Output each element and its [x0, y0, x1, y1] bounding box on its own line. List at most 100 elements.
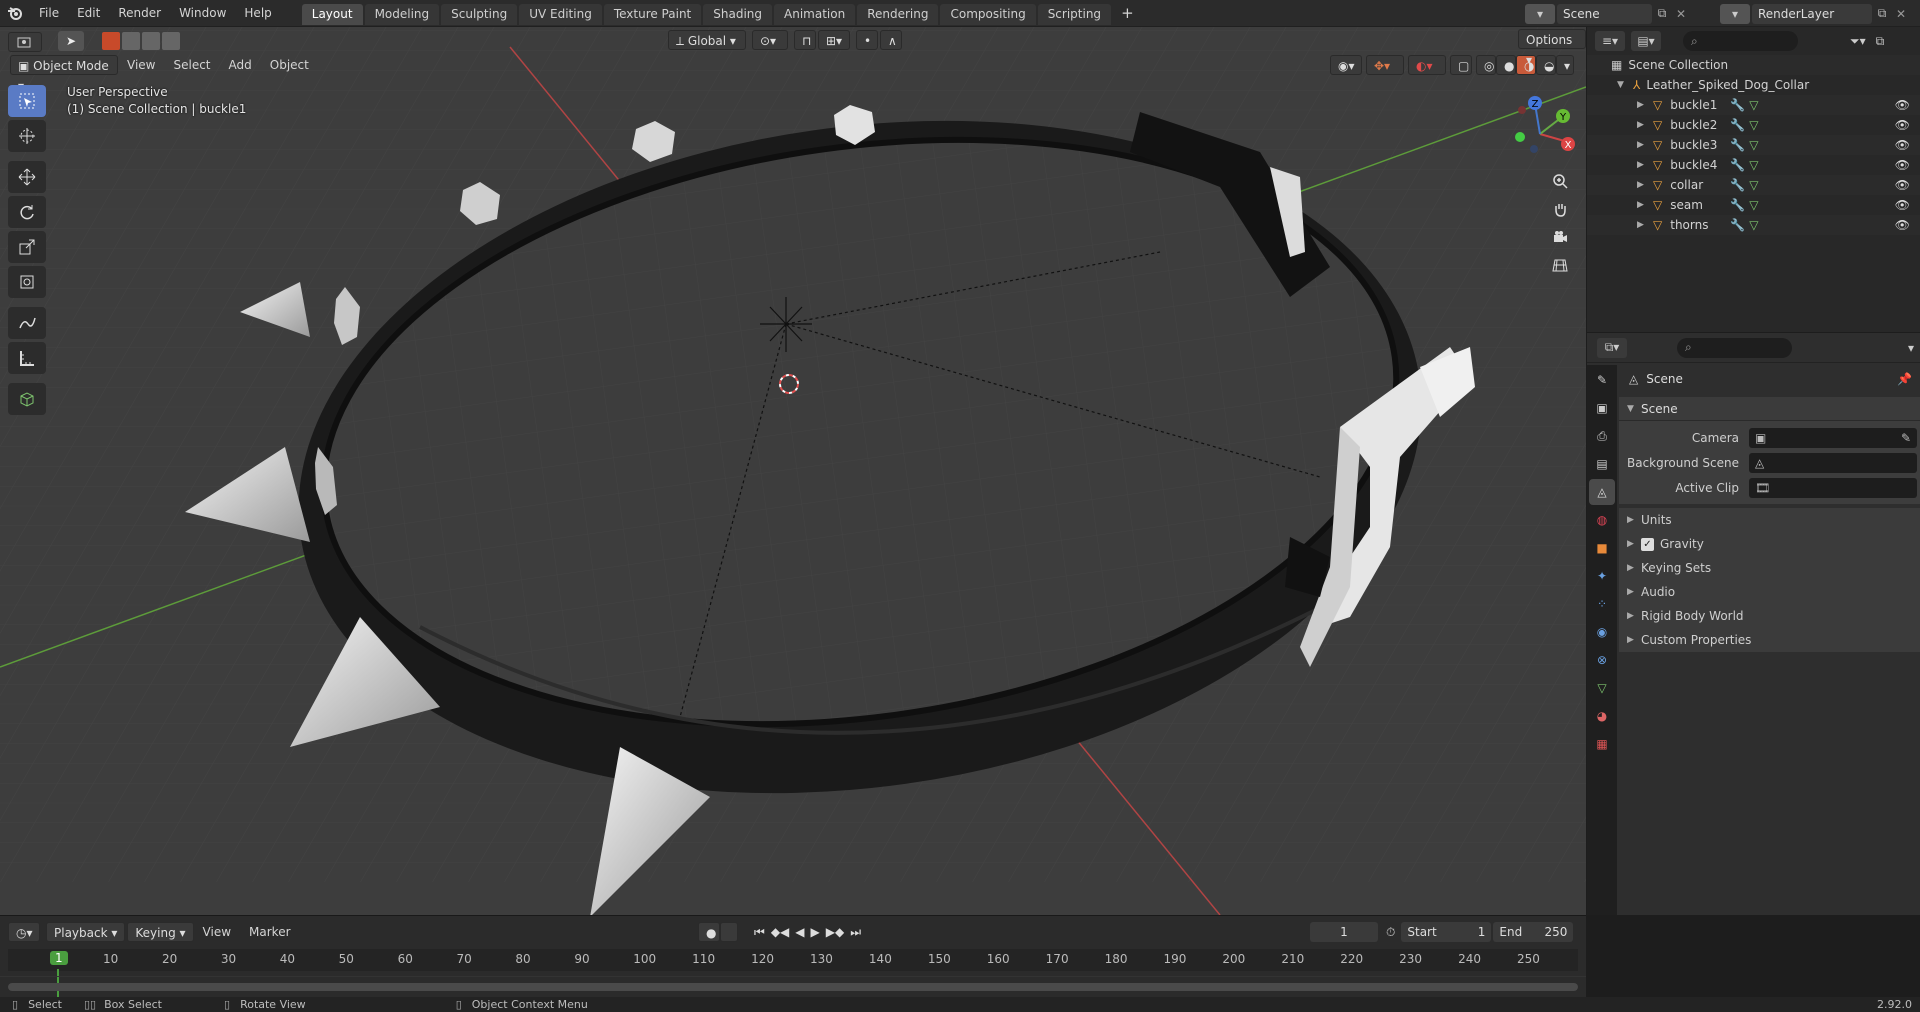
particles-tab-icon[interactable]: ⁘: [1589, 591, 1615, 617]
expand-icon[interactable]: ▶: [1637, 220, 1653, 230]
transform-tool[interactable]: [8, 266, 46, 298]
view-layer-browse-icon[interactable]: ▾: [1720, 3, 1750, 24]
transform-orientation-dropdown[interactable]: ⟂ Global ▾: [668, 30, 746, 50]
viewport-scene[interactable]: [0, 27, 1586, 915]
view-layer-field[interactable]: RenderLayer: [1752, 3, 1872, 24]
gizmo-toggle[interactable]: ✥▾: [1366, 55, 1404, 75]
preview-range-icon[interactable]: ⏱: [1386, 925, 1395, 940]
annotate-tool[interactable]: [8, 307, 46, 339]
active-clip-field[interactable]: 🎞: [1749, 477, 1917, 498]
outliner-row-seam[interactable]: ▶ ▽ seam 🔧 ▽ 👁: [1587, 195, 1920, 215]
next-keyframe-icon[interactable]: ▶◆: [826, 925, 844, 939]
panel-header-rigid-body-world[interactable]: ▶ Rigid Body World: [1619, 604, 1920, 628]
visibility-eye-icon[interactable]: 👁: [1895, 118, 1910, 132]
tab-animation[interactable]: Animation: [774, 4, 856, 25]
scale-tool[interactable]: [8, 231, 46, 263]
visibility-eye-icon[interactable]: 👁: [1895, 98, 1910, 112]
outliner-row-buckle1[interactable]: ▶ ▽ buckle1 🔧 ▽ 👁: [1587, 95, 1920, 115]
outliner-row-thorns[interactable]: ▶ ▽ thorns 🔧 ▽ 👁: [1587, 215, 1920, 235]
scrollbar-thumb[interactable]: [8, 983, 1578, 991]
world-tab-icon[interactable]: ◍: [1589, 507, 1615, 533]
outliner-row-scene-collection[interactable]: ▦ Scene Collection: [1587, 55, 1920, 75]
pin-icon[interactable]: 📌: [1897, 372, 1912, 386]
eyedropper-icon[interactable]: ✎: [1901, 431, 1911, 445]
expand-icon[interactable]: ▶: [1637, 100, 1653, 110]
editor-type-button[interactable]: [8, 32, 42, 52]
menu-window[interactable]: Window: [170, 0, 235, 27]
shading-wireframe[interactable]: ◎: [1476, 55, 1496, 75]
start-frame-field[interactable]: Start 1: [1401, 922, 1492, 942]
panel-header-units[interactable]: ▶ Units: [1619, 508, 1920, 532]
timeline-menu-view[interactable]: View: [194, 921, 240, 943]
panel-header-audio[interactable]: ▶ Audio: [1619, 580, 1920, 604]
scene-name-field[interactable]: Scene: [1557, 3, 1652, 24]
tab-scripting[interactable]: Scripting: [1037, 4, 1112, 25]
keying-option[interactable]: [720, 922, 738, 942]
expand-icon[interactable]: ▶: [1637, 140, 1653, 150]
outliner-row-collar[interactable]: ▶ ▽ collar 🔧 ▽ 👁: [1587, 175, 1920, 195]
move-tool[interactable]: [8, 161, 46, 193]
timeline-scrollbar[interactable]: [8, 983, 1578, 991]
timeline-menu-marker[interactable]: Marker: [240, 921, 299, 943]
playback-dropdown[interactable]: Playback ▾: [46, 922, 126, 942]
tool-tab-icon[interactable]: ✎: [1589, 367, 1615, 393]
end-frame-field[interactable]: End 250: [1493, 922, 1574, 942]
navigation-gizmo[interactable]: X Y Z: [1500, 92, 1580, 172]
overlays-toggle[interactable]: ◐▾: [1408, 55, 1446, 75]
play-icon[interactable]: ▶: [811, 925, 820, 939]
measure-tool[interactable]: [8, 342, 46, 374]
current-frame-field[interactable]: 1: [1310, 922, 1378, 942]
output-tab-icon[interactable]: ⎙: [1589, 423, 1615, 449]
camera-view-icon[interactable]: [1545, 223, 1575, 251]
select-new-icon[interactable]: [102, 32, 120, 50]
proportional-falloff-dropdown[interactable]: ∧: [880, 30, 902, 50]
visibility-eye-icon[interactable]: 👁: [1895, 138, 1910, 152]
zoom-icon[interactable]: [1545, 167, 1575, 195]
outliner-editor-type-icon[interactable]: ≡▾: [1595, 31, 1625, 51]
mode-dropdown[interactable]: ▣ Object Mode ▾: [10, 55, 118, 93]
menu-render[interactable]: Render: [109, 0, 170, 27]
play-reverse-icon[interactable]: ◀: [795, 925, 804, 939]
properties-search-input[interactable]: ⌕: [1677, 337, 1792, 358]
expand-icon[interactable]: ▼: [1617, 80, 1633, 90]
tab-rendering[interactable]: Rendering: [857, 4, 939, 25]
auto-keying-toggle[interactable]: ●: [698, 922, 720, 942]
physics-tab-icon[interactable]: ◉: [1589, 619, 1615, 645]
select-subtract-icon[interactable]: [142, 32, 160, 50]
select-extend-icon[interactable]: [122, 32, 140, 50]
new-collection-icon[interactable]: ⧉: [1876, 34, 1885, 49]
delete-scene-icon[interactable]: ✕: [1672, 7, 1690, 21]
shading-rendered[interactable]: ◒: [1536, 55, 1556, 75]
background-scene-field[interactable]: ◬: [1749, 452, 1917, 473]
3d-viewport[interactable]: ▣ Object Mode ▾ View Select Add Object ➤…: [0, 27, 1586, 915]
visibility-eye-icon[interactable]: 👁: [1895, 158, 1910, 172]
outliner-row-buckle4[interactable]: ▶ ▽ buckle4 🔧 ▽ 👁: [1587, 155, 1920, 175]
panel-header-gravity[interactable]: ▶ ✓ Gravity: [1619, 532, 1920, 556]
render-tab-icon[interactable]: ▣: [1589, 395, 1615, 421]
perspective-toggle-icon[interactable]: [1545, 251, 1575, 279]
outliner-row-buckle2[interactable]: ▶ ▽ buckle2 🔧 ▽ 👁: [1587, 115, 1920, 135]
new-scene-icon[interactable]: ⧉: [1652, 6, 1672, 21]
menu-view[interactable]: View: [118, 54, 164, 76]
expand-icon[interactable]: ▶: [1637, 160, 1653, 170]
object-tab-icon[interactable]: ■: [1589, 535, 1615, 561]
expand-icon[interactable]: ▶: [1637, 200, 1653, 210]
tab-texture-paint[interactable]: Texture Paint: [603, 4, 702, 25]
new-view-layer-icon[interactable]: ⧉: [1872, 6, 1892, 21]
visibility-dropdown[interactable]: ◉▾: [1330, 55, 1362, 75]
expand-icon[interactable]: ▶: [1637, 180, 1653, 190]
cursor-tool[interactable]: [8, 120, 46, 152]
texture-tab-icon[interactable]: ▦: [1589, 731, 1615, 757]
proportional-edit-toggle[interactable]: •: [856, 30, 878, 50]
pan-hand-icon[interactable]: [1545, 195, 1575, 223]
tab-sculpting[interactable]: Sculpting: [441, 4, 518, 25]
menu-select[interactable]: Select: [164, 54, 219, 76]
tab-shading[interactable]: Shading: [703, 4, 772, 25]
outliner-row-buckle3[interactable]: ▶ ▽ buckle3 🔧 ▽ 👁: [1587, 135, 1920, 155]
expand-icon[interactable]: ▶: [1637, 120, 1653, 130]
material-tab-icon[interactable]: ◕: [1589, 703, 1615, 729]
select-intersect-icon[interactable]: [162, 32, 180, 50]
camera-field[interactable]: ▣ ✎: [1749, 427, 1917, 448]
view-layer-tab-icon[interactable]: ▤: [1589, 451, 1615, 477]
xray-toggle[interactable]: ▢: [1450, 55, 1472, 75]
